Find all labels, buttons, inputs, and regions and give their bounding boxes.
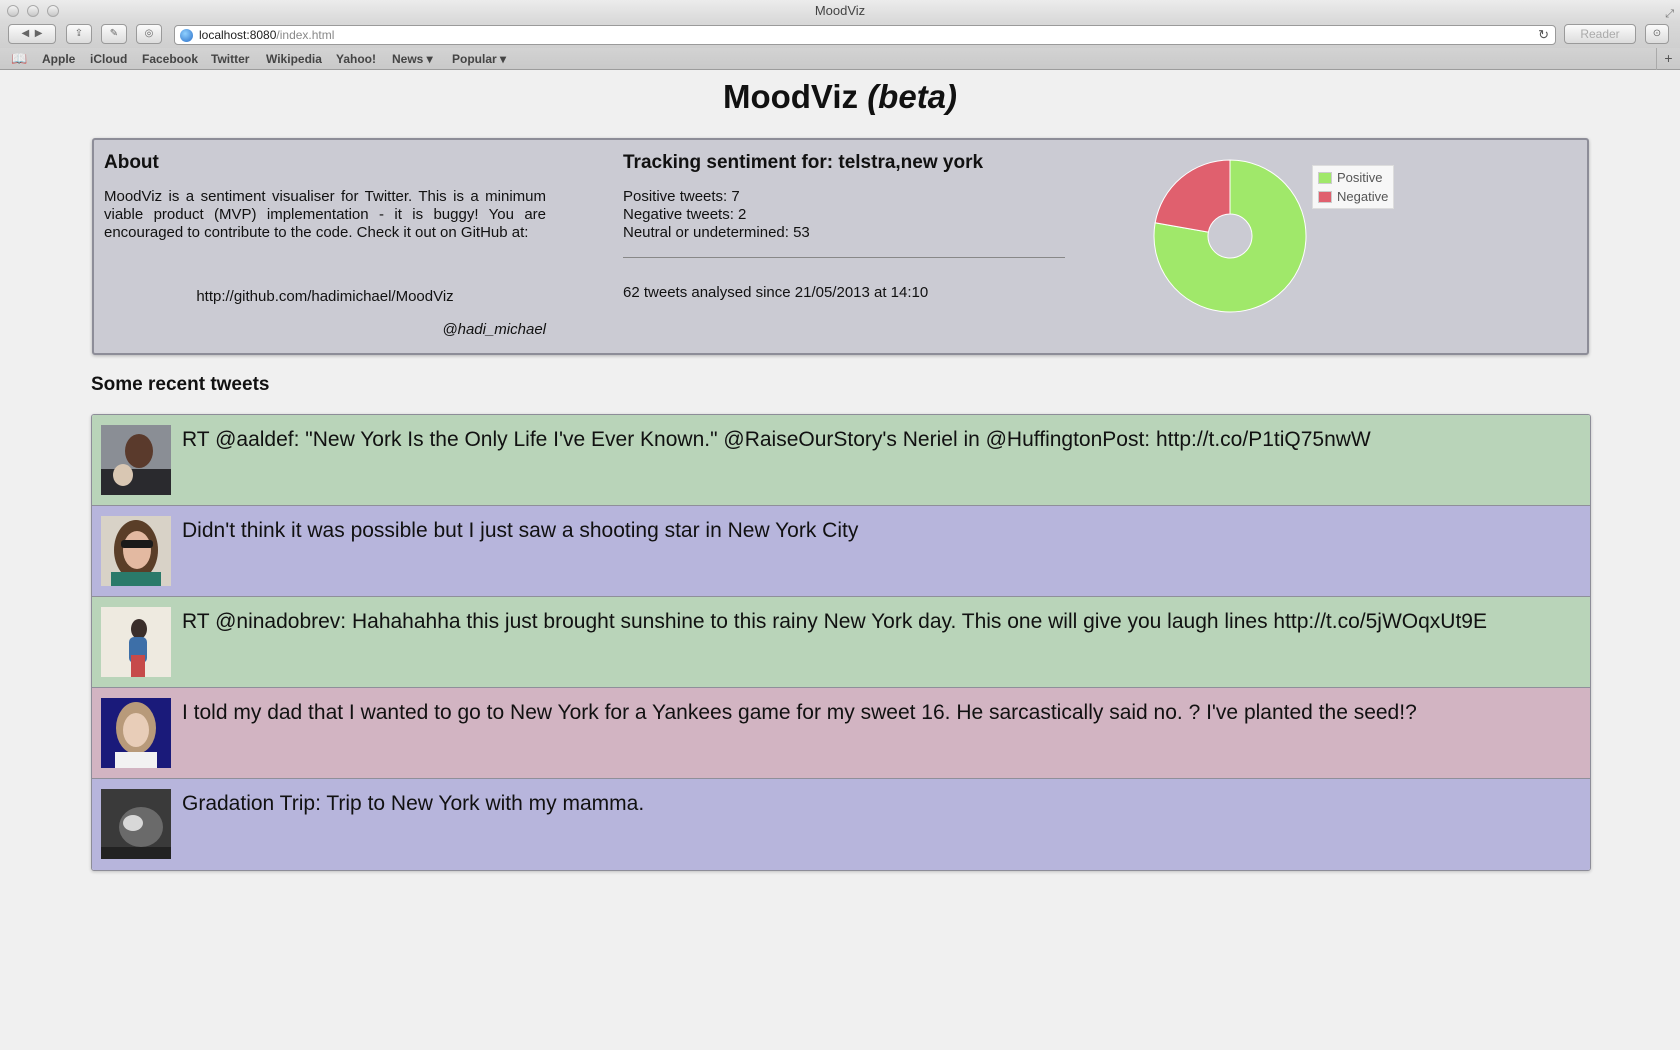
chart-legend: Positive Negative	[1312, 165, 1395, 209]
neutral-count: Neutral or undetermined: 53	[623, 224, 810, 241]
bookmark-apple[interactable]: Apple	[42, 52, 75, 66]
sentiment-pie-chart	[1153, 159, 1307, 313]
reload-icon[interactable]: ↻	[1538, 26, 1549, 44]
tweet-row: Didn't think it was possible but I just …	[92, 506, 1590, 597]
tweet-text: Didn't think it was possible but I just …	[182, 519, 859, 542]
back-forward-buttons[interactable]: ◀ ▶	[8, 24, 56, 44]
positive-count: Positive tweets: 7	[623, 188, 740, 205]
tweet-list: RT @aaldef: "New York Is the Only Life I…	[91, 414, 1591, 871]
legend-swatch-negative	[1318, 190, 1332, 203]
page-title: MoodViz (beta)	[0, 78, 1680, 116]
browser-toolbar: ◀ ▶ ⇪ ✎ ◎ localhost:8080/index.html ↻ Re…	[0, 22, 1680, 48]
bookmark-news-menu[interactable]: News ▾	[392, 52, 433, 66]
wrench-icon[interactable]: ✎	[101, 24, 127, 44]
reader-button[interactable]: Reader	[1564, 24, 1636, 44]
url-path: /index.html	[276, 28, 335, 42]
url-host: localhost:8080	[199, 28, 277, 42]
recent-tweets-heading: Some recent tweets	[91, 374, 270, 395]
avatar[interactable]	[101, 698, 171, 768]
tweet-row: Gradation Trip: Trip to New York with my…	[92, 779, 1590, 870]
tweet-row: RT @ninadobrev: Hahahahha this just brou…	[92, 597, 1590, 688]
legend-swatch-positive	[1318, 171, 1332, 184]
tweet-text: Gradation Trip: Trip to New York with my…	[182, 792, 645, 815]
bookmark-wikipedia[interactable]: Wikipedia	[266, 52, 322, 66]
window-title: MoodViz	[814, 3, 866, 18]
minimize-window-button[interactable]	[27, 5, 39, 17]
github-link[interactable]: http://github.com/hadimichael/MoodViz	[104, 288, 546, 305]
globe-icon	[180, 29, 193, 42]
summary-panel: About MoodViz is a sentiment visualiser …	[92, 138, 1589, 355]
top-sites-icon[interactable]: ◎	[136, 24, 162, 44]
tweet-row: I told my dad that I wanted to go to New…	[92, 688, 1590, 779]
bookmarks-bar: 📖 Apple iCloud Facebook Twitter Wikipedi…	[0, 48, 1680, 70]
about-text: MoodViz is a sentiment visualiser for Tw…	[104, 188, 546, 241]
bookmark-twitter[interactable]: Twitter	[211, 52, 249, 66]
bookmark-popular-menu[interactable]: Popular ▾	[452, 52, 506, 66]
tweet-text: RT @ninadobrev: Hahahahha this just brou…	[182, 610, 1487, 633]
avatar[interactable]	[101, 789, 171, 859]
legend-label-positive: Positive	[1337, 170, 1383, 185]
bookmark-icloud[interactable]: iCloud	[90, 52, 127, 66]
pie-slice-negative	[1154, 159, 1231, 233]
page-title-text: MoodViz	[722, 78, 859, 115]
zoom-window-button[interactable]	[47, 5, 59, 17]
address-bar[interactable]: localhost:8080/index.html ↻	[174, 25, 1556, 45]
avatar[interactable]	[101, 425, 171, 495]
close-window-button[interactable]	[7, 5, 19, 17]
tweet-row: RT @aaldef: "New York Is the Only Life I…	[92, 415, 1590, 506]
downloads-icon[interactable]: ⊙	[1645, 24, 1669, 44]
legend-item-negative: Negative	[1318, 187, 1388, 206]
negative-count: Negative tweets: 2	[623, 206, 747, 223]
analysed-since: 62 tweets analysed since 21/05/2013 at 1…	[623, 284, 929, 301]
avatar[interactable]	[101, 607, 171, 677]
legend-item-positive: Positive	[1318, 168, 1388, 187]
divider	[623, 257, 1065, 258]
reading-list-icon[interactable]: 📖	[11, 51, 27, 67]
author-handle[interactable]: @hadi_michael	[104, 321, 546, 338]
bookmark-yahoo[interactable]: Yahoo!	[336, 52, 376, 66]
window-titlebar: MoodViz ⤢	[0, 0, 1680, 22]
new-tab-button[interactable]: +	[1656, 48, 1680, 70]
tracking-heading: Tracking sentiment for: telstra,new york	[623, 152, 984, 173]
page-title-beta: (beta)	[867, 78, 958, 115]
legend-label-negative: Negative	[1337, 189, 1389, 204]
tracking-section: Tracking sentiment for: telstra,new york…	[623, 152, 1065, 301]
about-heading: About	[104, 152, 159, 173]
share-icon[interactable]: ⇪	[66, 24, 92, 44]
bookmark-facebook[interactable]: Facebook	[142, 52, 198, 66]
avatar[interactable]	[101, 516, 171, 586]
tweet-text: I told my dad that I wanted to go to New…	[182, 701, 1417, 724]
about-section: About MoodViz is a sentiment visualiser …	[104, 152, 546, 338]
tweet-text: RT @aaldef: "New York Is the Only Life I…	[182, 428, 1371, 451]
